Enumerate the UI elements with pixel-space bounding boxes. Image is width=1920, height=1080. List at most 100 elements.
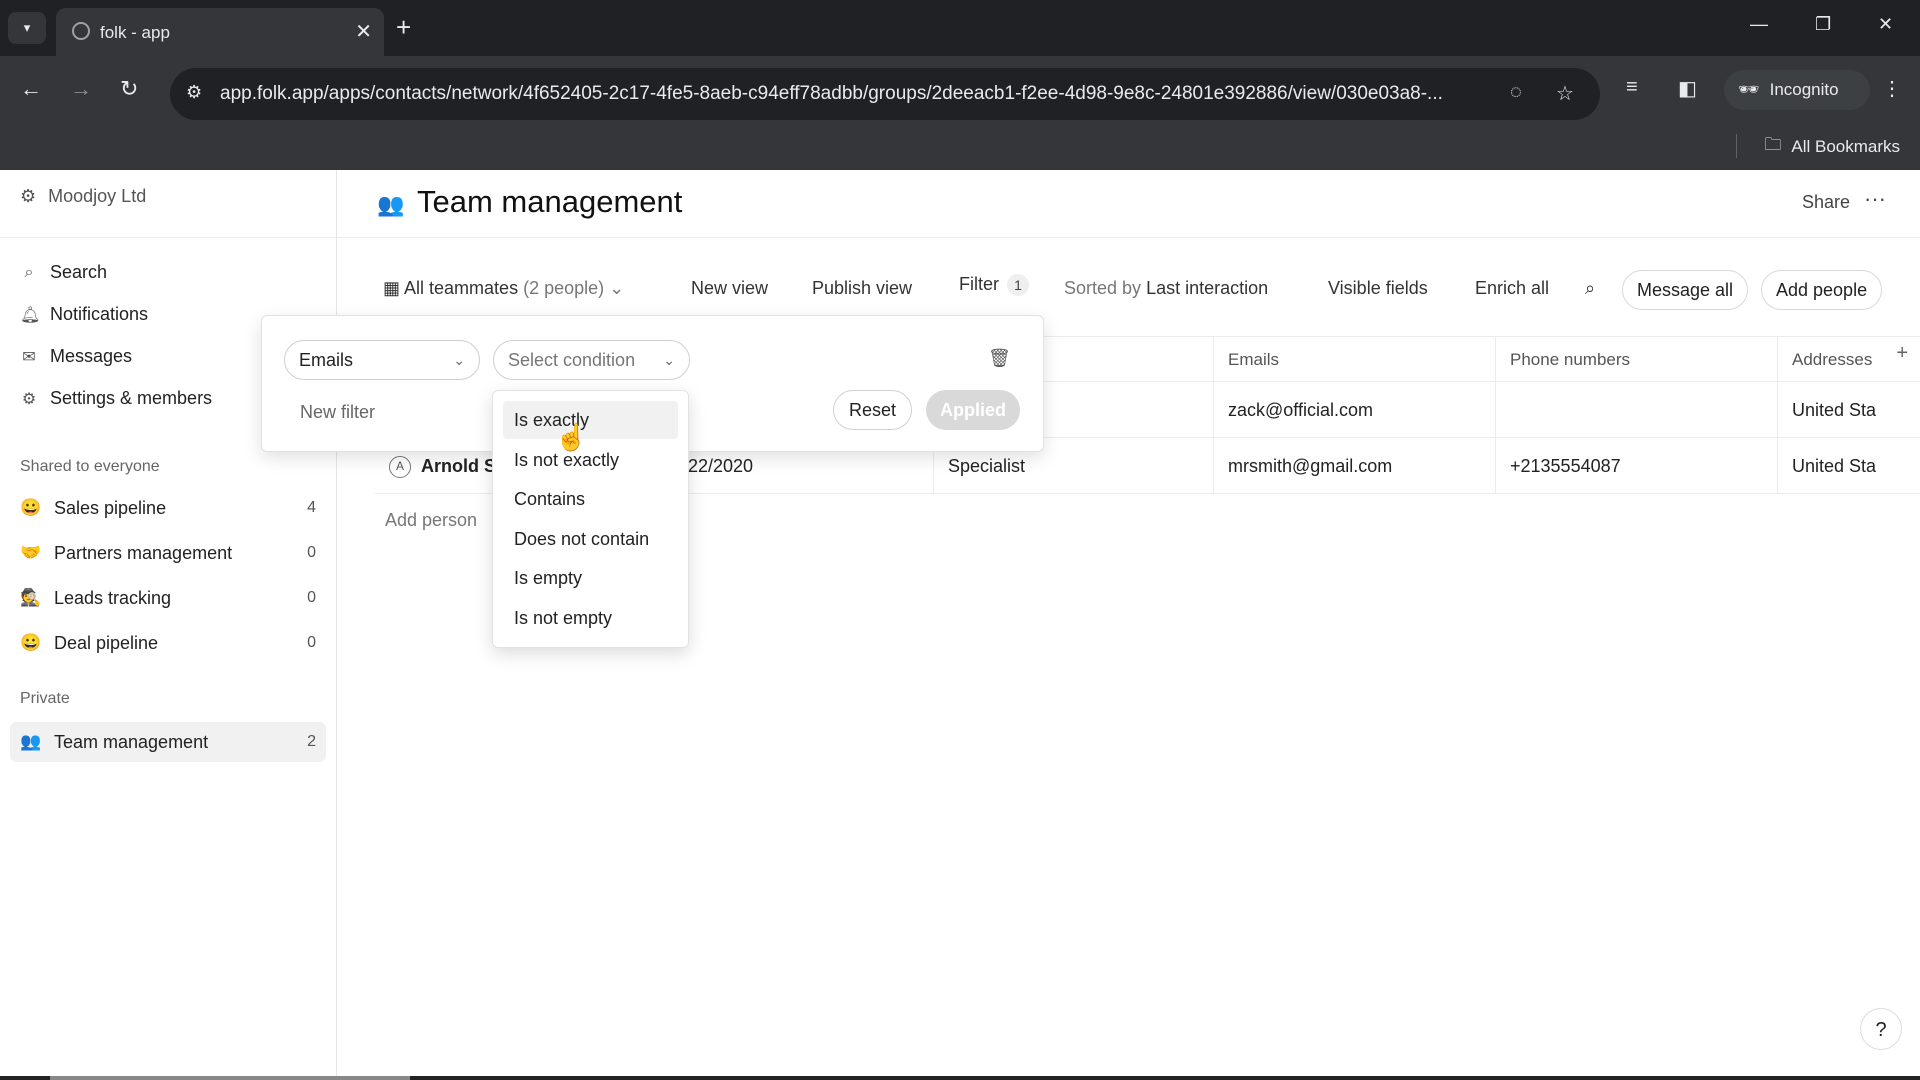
- add-column-icon[interactable]: +: [1896, 342, 1908, 365]
- incognito-indicator[interactable]: 🕶 Incognito: [1724, 70, 1870, 110]
- new-tab-icon[interactable]: +: [396, 12, 411, 42]
- avatar: A: [389, 456, 411, 479]
- group-emoji-icon: 👥: [20, 732, 42, 751]
- more-options-icon[interactable]: ···: [1864, 186, 1886, 212]
- new-filter-button[interactable]: New filter: [300, 402, 375, 423]
- email-cell[interactable]: mrsmith@gmail.com: [1213, 438, 1495, 494]
- condition-option-is-not-empty[interactable]: Is not empty: [503, 599, 678, 637]
- condition-option-is-not-exactly[interactable]: Is not exactly: [503, 441, 678, 479]
- phone-cell[interactable]: +2135554087: [1495, 438, 1777, 494]
- phone-cell[interactable]: [1495, 382, 1777, 438]
- help-button[interactable]: ?: [1860, 1008, 1902, 1050]
- sidebar-item-label: Settings & members: [50, 388, 213, 408]
- favicon-icon: [72, 22, 90, 40]
- add-person-button[interactable]: Add person: [385, 510, 477, 531]
- folder-icon: 🗀: [1764, 135, 1782, 154]
- filter-count-badge: 1: [1007, 274, 1029, 296]
- trash-icon[interactable]: 🗑: [988, 348, 1011, 369]
- condition-option-is-empty[interactable]: Is empty: [503, 559, 678, 597]
- browser-menu-icon[interactable]: ⋮: [1882, 76, 1902, 101]
- eye-off-icon[interactable]: ◌: [1510, 81, 1522, 104]
- bell-icon: 🔔︎: [20, 306, 41, 324]
- star-icon[interactable]: ☆: [1556, 81, 1574, 106]
- sidebar: ⚙ Moodjoy Ltd ⌕ Search 🔔︎ Notifications …: [0, 170, 337, 1080]
- sidebar-item-settings[interactable]: ⚙ Settings & members: [20, 388, 212, 409]
- contact-name: Arnold S: [421, 456, 496, 476]
- all-bookmarks-button[interactable]: 🗀 All Bookmarks: [1764, 132, 1900, 161]
- share-button[interactable]: Share: [1802, 192, 1850, 213]
- new-view-button[interactable]: New view: [691, 278, 768, 299]
- close-window-icon[interactable]: ✕: [1878, 14, 1893, 35]
- chevron-down-icon: ⌄: [663, 351, 675, 368]
- url-text[interactable]: app.folk.app/apps/contacts/network/4f652…: [220, 83, 1460, 105]
- forward-icon[interactable]: →: [70, 76, 92, 102]
- media-control-icon[interactable]: ≡: [1626, 76, 1638, 99]
- sidebar-divider: [0, 237, 336, 238]
- video-progress-bar: [0, 1076, 1920, 1080]
- publish-view-button[interactable]: Publish view: [812, 278, 912, 299]
- column-header-phone-numbers[interactable]: Phone numbers: [1495, 337, 1777, 383]
- column-header-addresses[interactable]: Addresses: [1777, 337, 1877, 383]
- shared-section-label: Shared to everyone: [20, 458, 160, 475]
- group-count: 0: [307, 544, 316, 561]
- page-title: Team management: [417, 184, 683, 219]
- view-toolbar: ▦ All teammates (2 people) ⌄ New view Pu…: [337, 266, 1920, 316]
- group-label: Sales pipeline: [54, 497, 167, 518]
- search-icon[interactable]: ⌕: [1585, 278, 1595, 299]
- workspace-switcher[interactable]: ⚙ Moodjoy Ltd: [20, 186, 146, 207]
- group-emoji-icon: 🕵: [20, 588, 42, 607]
- email-cell[interactable]: zack@official.com: [1213, 382, 1495, 438]
- site-info-icon[interactable]: ⚙: [186, 82, 202, 103]
- address-cell[interactable]: United Sta: [1777, 382, 1877, 438]
- reload-icon[interactable]: ↻: [120, 76, 138, 102]
- tab-search-button[interactable]: ▾: [8, 12, 46, 44]
- close-tab-icon[interactable]: ✕: [355, 19, 372, 44]
- restore-icon[interactable]: ❐: [1815, 14, 1831, 35]
- sidebar-item-deal-pipeline[interactable]: 😀 Deal pipeline 0: [10, 623, 326, 663]
- group-count: 0: [307, 634, 316, 651]
- view-count: (2 people): [523, 278, 605, 298]
- sidebar-item-label: Search: [50, 262, 108, 282]
- visible-fields-button[interactable]: Visible fields: [1328, 278, 1428, 299]
- bookmarks-divider: [1736, 134, 1737, 158]
- add-people-button[interactable]: Add people: [1761, 270, 1883, 310]
- sidebar-item-team-management[interactable]: 👥 Team management 2: [10, 722, 326, 762]
- group-emoji-icon: 😀: [20, 633, 42, 652]
- view-selector[interactable]: ▦ All teammates (2 people) ⌄: [383, 278, 624, 299]
- mail-icon: ✉: [22, 348, 36, 366]
- condition-option-contains[interactable]: Contains: [503, 480, 678, 518]
- reset-button[interactable]: Reset: [833, 390, 913, 430]
- group-emoji-icon: 😀: [20, 498, 42, 517]
- sidebar-item-leads-tracking[interactable]: 🕵 Leads tracking 0: [10, 578, 326, 618]
- address-cell[interactable]: United Sta: [1777, 438, 1877, 494]
- sidebar-item-notifications[interactable]: 🔔︎ Notifications: [20, 304, 148, 325]
- chevron-down-icon: ⌄: [453, 351, 465, 368]
- back-icon[interactable]: ←: [20, 76, 42, 102]
- all-bookmarks-label: All Bookmarks: [1791, 136, 1900, 156]
- applied-button[interactable]: Applied: [926, 390, 1020, 430]
- sidebar-item-search[interactable]: ⌕ Search: [20, 262, 108, 283]
- enrich-all-button[interactable]: Enrich all: [1475, 278, 1549, 299]
- filter-field-select[interactable]: Emails ⌄: [284, 340, 480, 380]
- minimize-icon[interactable]: —: [1750, 14, 1768, 35]
- group-label: Team management: [54, 731, 209, 752]
- condition-option-does-not-contain[interactable]: Does not contain: [503, 520, 678, 558]
- sort-button[interactable]: Sorted by Last interaction: [1064, 278, 1268, 299]
- browser-tab[interactable]: folk - app ✕: [56, 8, 384, 56]
- filter-button[interactable]: Filter 1: [959, 274, 1029, 296]
- column-header-emails[interactable]: Emails: [1213, 337, 1495, 383]
- condition-option-is-exactly[interactable]: Is exactly: [503, 401, 678, 439]
- side-panel-icon[interactable]: ◧: [1678, 76, 1697, 101]
- folk-app: ⚙ Moodjoy Ltd ⌕ Search 🔔︎ Notifications …: [0, 170, 1920, 1080]
- filter-condition-select[interactable]: Select condition ⌄: [493, 340, 690, 380]
- group-count: 4: [307, 499, 316, 516]
- sidebar-item-sales-pipeline[interactable]: 😀 Sales pipeline 4: [10, 488, 326, 528]
- group-label: Partners management: [54, 542, 233, 563]
- page-header: 👥 Team management Share ···: [337, 170, 1920, 238]
- gear-icon: ⚙: [21, 390, 37, 408]
- sidebar-item-messages[interactable]: ✉ Messages: [20, 346, 132, 367]
- sidebar-item-partners-management[interactable]: 🤝 Partners management 0: [10, 533, 326, 573]
- message-all-button[interactable]: Message all: [1622, 270, 1749, 310]
- address-bar[interactable]: ⚙ app.folk.app/apps/contacts/network/4f6…: [170, 68, 1600, 120]
- incognito-label: Incognito: [1769, 80, 1839, 99]
